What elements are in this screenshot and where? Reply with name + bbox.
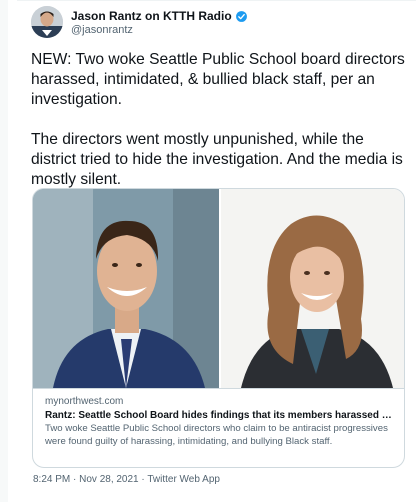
- tweet-text: NEW: Two woke Seattle Public School boar…: [31, 51, 405, 188]
- left-panel-edge: [0, 0, 8, 502]
- avatar[interactable]: [31, 6, 63, 38]
- verified-badge-icon: [235, 10, 247, 22]
- tweet-timestamp[interactable]: 8:24 PM · Nov 28, 2021 · Twitter Web App: [33, 474, 220, 485]
- tweet: Jason Rantz on KTTH Radio @jasonrantz NE…: [17, 0, 416, 502]
- card-meta: mynorthwest.com Rantz: Seattle School Bo…: [33, 388, 404, 467]
- author-handle[interactable]: @jasonrantz: [71, 24, 248, 37]
- card-title: Rantz: Seattle School Board hides findin…: [45, 410, 395, 421]
- author-names: Jason Rantz on KTTH Radio @jasonrantz: [71, 9, 248, 37]
- tweet-header: Jason Rantz on KTTH Radio @jasonrantz: [31, 6, 401, 40]
- card-image-pair: [33, 189, 404, 388]
- display-name-row: Jason Rantz on KTTH Radio: [71, 9, 248, 23]
- card-description: Two woke Seattle Public School directors…: [45, 423, 388, 447]
- link-card[interactable]: mynorthwest.com Rantz: Seattle School Bo…: [32, 188, 405, 468]
- display-name[interactable]: Jason Rantz on KTTH Radio: [71, 9, 232, 23]
- card-image-man: [33, 189, 219, 388]
- card-image-woman: [221, 189, 404, 388]
- card-domain: mynorthwest.com: [45, 396, 124, 407]
